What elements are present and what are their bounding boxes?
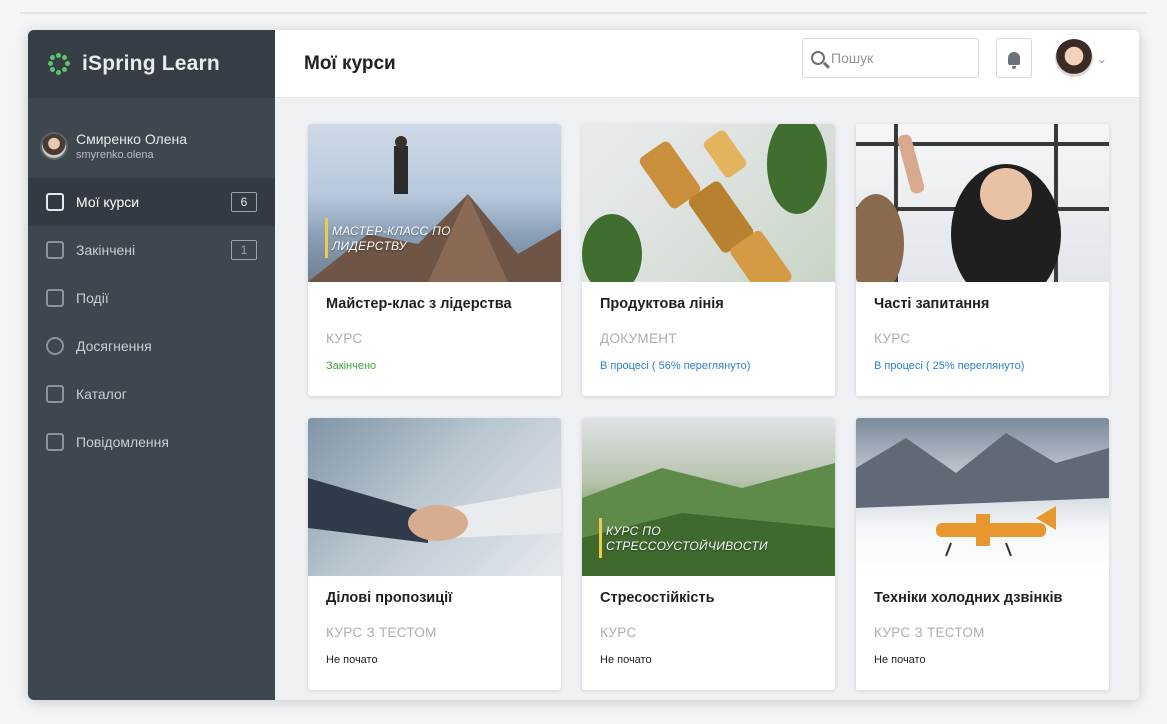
trophy-icon	[46, 337, 64, 355]
course-title: Ділові пропозиції	[326, 590, 453, 606]
sidebar-item-catalog[interactable]: Каталог	[28, 370, 275, 418]
sidebar-item-completed[interactable]: Закінчені 1	[28, 226, 275, 274]
course-title: Стресостійкість	[600, 590, 715, 606]
header: Мої курси Пошук ⌄	[275, 30, 1139, 98]
course-type: КУРС З ТЕСТОМ	[326, 625, 437, 640]
sidebar-item-label: Повідомлення	[76, 434, 169, 450]
course-thumbnail	[582, 124, 835, 282]
course-type: КУРС	[874, 331, 911, 346]
course-thumbnail: КУРС ПО СТРЕССОУСТОЙЧИВОСТИ	[582, 418, 835, 576]
sidebar-item-my-courses[interactable]: Мої курси 6	[28, 178, 275, 226]
sidebar-item-label: Досягнення	[76, 338, 152, 354]
app-window: iSpring Learn Смиренко Олена smyrenko.ol…	[28, 30, 1139, 700]
mountain-illustration	[308, 136, 561, 282]
course-card[interactable]: КУРС ПО СТРЕССОУСТОЙЧИВОСТИ Стресостійкі…	[582, 418, 835, 690]
user-profile[interactable]: Смиренко Олена smyrenko.olena	[28, 98, 275, 176]
sidebar-item-achievements[interactable]: Досягнення	[28, 322, 275, 370]
top-divider	[20, 12, 1147, 14]
course-card[interactable]: Техніки холодних дзвінків КУРС З ТЕСТОМ …	[856, 418, 1109, 690]
main-content: Мої курси Пошук ⌄ МАСТЕР-КЛАСС ПО ЛИДЕРС…	[275, 30, 1139, 700]
sidebar-item-events[interactable]: Події	[28, 274, 275, 322]
course-type: КУРС	[326, 331, 363, 346]
sidebar-item-label: Каталог	[76, 386, 127, 402]
courses-icon	[46, 193, 64, 211]
logo[interactable]: iSpring Learn	[28, 30, 275, 98]
course-status: Не почато	[874, 654, 926, 666]
calendar-icon	[46, 289, 64, 307]
thumbnail-caption: КУРС ПО СТРЕССОУСТОЙЧИВОСТИ	[606, 524, 768, 553]
course-type: КУРС З ТЕСТОМ	[874, 625, 985, 640]
course-type: ДОКУМЕНТ	[600, 331, 677, 346]
sidebar: iSpring Learn Смиренко Олена smyrenko.ol…	[28, 30, 275, 700]
handshake-illustration	[308, 478, 561, 543]
course-card[interactable]: МАСТЕР-КЛАСС ПО ЛИДЕРСТВУ Майстер-клас з…	[308, 124, 561, 396]
course-status: В процесі ( 25% переглянуто)	[874, 360, 1025, 372]
course-status: Закінчено	[326, 360, 377, 372]
course-card[interactable]: Продуктова лінія ДОКУМЕНТ В процесі ( 56…	[582, 124, 835, 396]
user-name: Смиренко Олена	[76, 131, 188, 147]
avatar	[40, 132, 68, 160]
overlay-bar	[325, 218, 328, 258]
bottles-illustration	[582, 124, 827, 282]
course-grid: МАСТЕР-КЛАСС ПО ЛИДЕРСТВУ Майстер-клас з…	[308, 124, 1109, 690]
bell-icon	[1008, 51, 1020, 69]
notifications-button[interactable]	[996, 38, 1032, 78]
course-thumbnail	[856, 418, 1109, 576]
count-badge: 1	[231, 240, 257, 260]
course-status: Не почато	[600, 654, 652, 666]
course-status: Не почато	[326, 654, 378, 666]
search-placeholder: Пошук	[831, 50, 874, 66]
sidebar-nav: Мої курси 6 Закінчені 1 Події Досягнення…	[28, 178, 275, 466]
overlay-bar	[599, 518, 602, 558]
search-input[interactable]: Пошук	[802, 38, 979, 78]
sidebar-item-label: Закінчені	[76, 242, 136, 258]
user-login: smyrenko.olena	[76, 149, 154, 161]
messages-icon	[46, 433, 64, 451]
course-card[interactable]: Ділові пропозиції КУРС З ТЕСТОМ Не почат…	[308, 418, 561, 690]
sidebar-item-label: Події	[76, 290, 109, 306]
sidebar-item-label: Мої курси	[76, 194, 140, 210]
count-badge: 6	[231, 192, 257, 212]
user-menu-avatar[interactable]	[1055, 39, 1093, 77]
course-title: Продуктова лінія	[600, 296, 724, 312]
course-title: Часті запитання	[874, 296, 990, 312]
page-title: Мої курси	[304, 52, 396, 74]
course-thumbnail	[308, 418, 561, 576]
course-thumbnail: МАСТЕР-КЛАСС ПО ЛИДЕРСТВУ	[308, 124, 561, 282]
office-illustration	[856, 124, 1109, 282]
search-icon	[811, 51, 825, 65]
course-title: Майстер-клас з лідерства	[326, 296, 512, 312]
sidebar-item-messages[interactable]: Повідомлення	[28, 418, 275, 466]
completed-icon	[46, 241, 64, 259]
plane-illustration	[856, 433, 1109, 557]
course-type: КУРС	[600, 625, 637, 640]
course-status: В процесі ( 56% переглянуто)	[600, 360, 751, 372]
catalog-icon	[46, 385, 64, 403]
course-title: Техніки холодних дзвінків	[874, 590, 1063, 606]
chevron-down-icon[interactable]: ⌄	[1097, 52, 1107, 66]
app-name: iSpring Learn	[82, 52, 220, 75]
course-card[interactable]: Часті запитання КУРС В процесі ( 25% пер…	[856, 124, 1109, 396]
thumbnail-caption: МАСТЕР-КЛАСС ПО ЛИДЕРСТВУ	[332, 224, 451, 253]
ispring-logo-icon	[48, 53, 70, 75]
course-thumbnail	[856, 124, 1109, 282]
